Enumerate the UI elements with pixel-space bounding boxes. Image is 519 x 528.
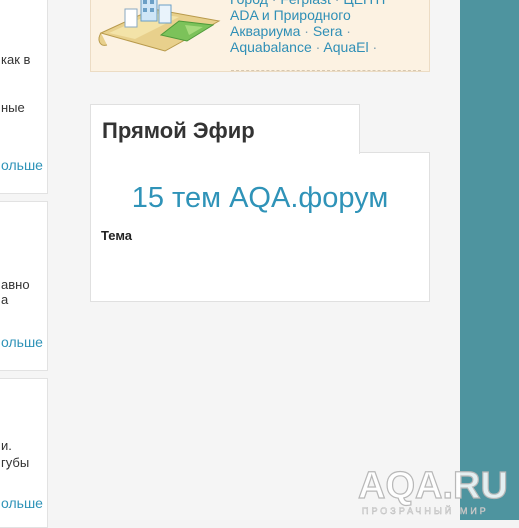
live-feed-title: Прямой Эфир	[102, 118, 255, 143]
partner-link[interactable]: Sera	[313, 23, 343, 39]
column-header-topic: Тема	[101, 228, 133, 243]
city-map-icon	[98, 0, 221, 52]
partner-link[interactable]: Ferplast	[280, 0, 331, 7]
link-separator: ·	[342, 23, 351, 39]
read-more-link[interactable]: ольше	[1, 495, 43, 511]
link-separator: ·	[331, 0, 343, 7]
card-text-fragment: а	[1, 292, 9, 307]
link-separator: ·	[268, 0, 280, 7]
card-text-fragment: ные	[1, 100, 25, 115]
news-card: как в ные ольше	[0, 0, 48, 194]
link-separator: ·	[368, 39, 378, 55]
watermark-logo: AQA.RU	[358, 465, 508, 507]
card-text-fragment: губы	[1, 455, 30, 470]
card-text-fragment: как в	[1, 52, 31, 67]
site-logo-watermark: AQA.RU ПРОЗРАЧНЫЙ МИР	[357, 464, 508, 516]
read-more-link[interactable]: ольше	[1, 334, 43, 350]
topics-count-link[interactable]: 15 тем AQA.форум	[90, 182, 430, 215]
partners-card: Город · Ferplast · ЦЕНТР ADA и Природног…	[90, 0, 430, 72]
link-separator: ·	[311, 39, 324, 55]
news-card: и. губы ольше	[0, 378, 48, 528]
right-sidebar	[460, 0, 519, 520]
watermark-tagline: ПРОЗРАЧНЫЙ МИР	[362, 505, 489, 516]
news-card: авно а ольше	[0, 201, 48, 371]
card-text-fragment: авно	[1, 277, 30, 292]
card-text-fragment: и.	[1, 438, 12, 453]
dashed-divider	[231, 70, 421, 71]
link-separator: ·	[300, 23, 313, 39]
live-feed-tab[interactable]: Прямой Эфир	[90, 104, 360, 154]
partner-link[interactable]: AquaEl	[323, 39, 368, 55]
partner-link[interactable]: Aquabalance	[230, 39, 312, 55]
live-feed-body	[90, 152, 430, 302]
live-feed-card: Прямой Эфир 15 тем AQA.форум Тема	[90, 104, 430, 302]
partner-link[interactable]: Город	[230, 0, 268, 7]
read-more-link[interactable]: ольше	[1, 157, 43, 173]
partner-links: Город · Ferplast · ЦЕНТР ADA и Природног…	[230, 0, 420, 55]
